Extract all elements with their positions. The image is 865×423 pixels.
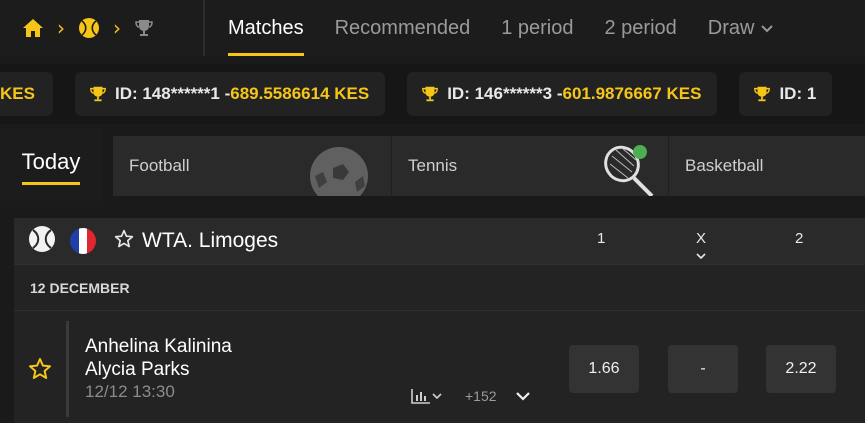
column-header-x[interactable]: X	[696, 230, 707, 260]
column-header-1: 1	[597, 230, 606, 247]
tab-label: Draw	[707, 16, 755, 39]
statistics-icon[interactable]	[411, 388, 443, 404]
odds-value: 2.22	[785, 360, 817, 377]
sport-card-label: Tennis	[408, 156, 458, 175]
match-row[interactable]: Anhelina Kalinina Alycia Parks 12/12 13:…	[14, 310, 865, 423]
chevron-down-icon[interactable]	[515, 389, 531, 407]
top-navigation-bar: › › Matches Recommended 1 period 2 perio…	[0, 0, 865, 56]
ticker-item: ID: 146******3 - 601.9876667 KES	[407, 72, 718, 116]
sport-card-football[interactable]: Football	[113, 136, 391, 196]
tab-matches[interactable]: Matches	[228, 0, 304, 56]
tab-2-period[interactable]: 2 period	[605, 0, 677, 56]
ticker-item: KES	[0, 72, 53, 116]
chevron-right-icon: ›	[57, 16, 65, 40]
flag-france-icon	[70, 228, 96, 254]
chevron-right-icon: ›	[113, 16, 121, 40]
ticker-user-id: ID: 148******1 -	[114, 84, 231, 103]
ticker-amount: KES	[0, 84, 35, 103]
tab-recommended[interactable]: Recommended	[335, 0, 471, 56]
soccer-ball-icon	[309, 146, 369, 196]
tab-label: 2 period	[604, 16, 677, 39]
ticker-amount: 601.9876667 KES	[562, 84, 702, 103]
date-header: 12 DECEMBER	[14, 264, 865, 310]
odds-button-home[interactable]: 1.66	[569, 345, 639, 393]
tab-label: 1 period	[501, 16, 574, 39]
team-home-name: Anhelina Kalinina	[85, 336, 232, 357]
tennis-ball-icon[interactable]	[78, 17, 100, 39]
trophy-icon	[753, 85, 771, 103]
chevron-down-icon	[760, 17, 774, 40]
ticker-user-id: ID: 1	[779, 84, 817, 103]
tab-1-period[interactable]: 1 period	[501, 0, 573, 56]
favorite-star-icon[interactable]	[114, 229, 134, 254]
tab-label: Recommended	[334, 16, 471, 39]
team-away-name: Alycia Parks	[85, 359, 190, 380]
ticker-item: ID: 148******1 - 689.5586614 KES	[74, 72, 386, 116]
match-start-time: 12/12 13:30	[85, 382, 175, 401]
trophy-icon	[89, 85, 107, 103]
match-filter-tabs: Matches Recommended 1 period 2 period Dr…	[205, 0, 805, 56]
odds-button-draw[interactable]: -	[668, 345, 738, 393]
league-header[interactable]: WTA. Limoges 1 X 2	[14, 218, 865, 264]
favorite-star-icon[interactable]	[28, 357, 52, 386]
ticker-user-id: ID: 146******3 -	[447, 84, 563, 103]
trophy-icon[interactable]	[134, 18, 154, 38]
sport-card-label: Football	[129, 156, 190, 175]
row-divider	[66, 321, 69, 417]
column-label: X	[696, 230, 707, 247]
tab-label: Matches	[228, 16, 304, 39]
chevron-down-icon	[695, 247, 707, 264]
ticker-item: ID: 1	[739, 72, 833, 116]
tennis-ball-icon	[28, 225, 56, 258]
tennis-racket-icon	[600, 142, 658, 196]
more-markets-count[interactable]: +152	[465, 388, 497, 404]
ticker-amount: 689.5586614 KES	[230, 84, 370, 103]
sport-card-basketball[interactable]: Basketball	[668, 136, 865, 196]
odds-value: -	[700, 360, 706, 377]
winners-ticker: KES ID: 148******1 - 689.5586614 KES ID:…	[0, 64, 865, 124]
sport-selector: Today Football Tennis Basketball	[0, 129, 865, 201]
breadcrumb: › ›	[0, 0, 205, 56]
tab-draw[interactable]: Draw	[708, 0, 775, 56]
odds-button-away[interactable]: 2.22	[766, 345, 836, 393]
sport-card-tennis[interactable]: Tennis	[391, 136, 668, 196]
column-header-2: 2	[795, 230, 804, 247]
today-tab[interactable]: Today	[0, 129, 102, 201]
trophy-icon	[421, 85, 439, 103]
odds-value: 1.66	[588, 360, 620, 377]
league-name: WTA. Limoges	[142, 229, 279, 252]
date-label: 12 DECEMBER	[30, 279, 130, 296]
sport-card-label: Basketball	[685, 156, 764, 175]
today-label: Today	[21, 149, 80, 185]
home-icon[interactable]	[22, 18, 44, 38]
